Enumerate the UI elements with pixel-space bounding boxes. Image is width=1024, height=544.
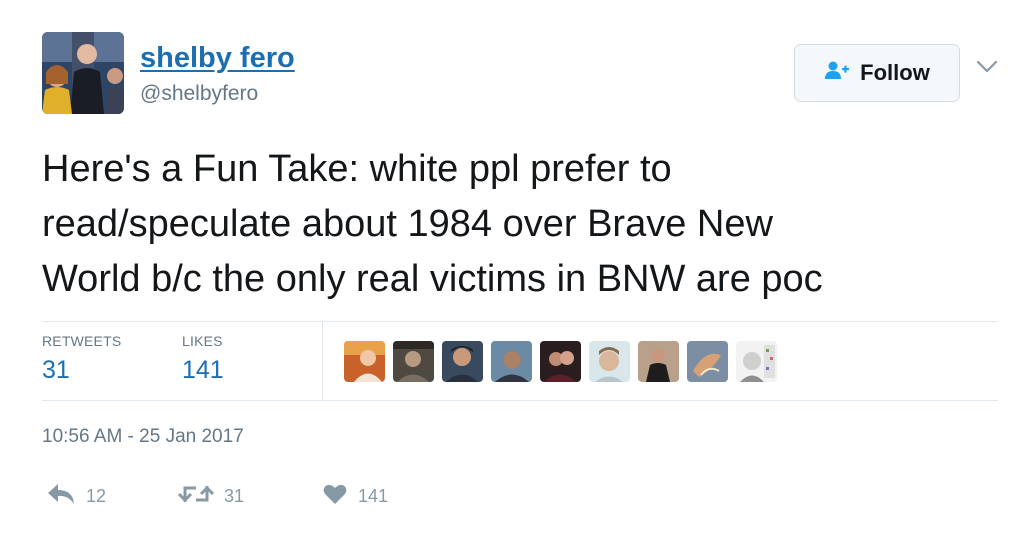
- liker-avatar[interactable]: [589, 341, 630, 382]
- tweet-text-line: Here's a Fun Take: white ppl prefer to: [42, 148, 672, 190]
- retweets-stat[interactable]: RETWEETS 31: [42, 333, 121, 385]
- tweet-text: Here's a Fun Take: white ppl prefer to r…: [42, 142, 1002, 307]
- divider: [322, 322, 323, 400]
- liker-avatar[interactable]: [491, 341, 532, 382]
- author-handle: @shelbyfero: [140, 82, 259, 105]
- tweet-timestamp[interactable]: 10:56 AM - 25 Jan 2017: [42, 426, 244, 448]
- likes-stat[interactable]: LIKES 141: [182, 333, 224, 385]
- liker-avatar[interactable]: [638, 341, 679, 382]
- retweet-icon: [177, 482, 215, 511]
- follow-label: Follow: [860, 60, 930, 85]
- divider: [42, 400, 998, 401]
- liker-avatar[interactable]: [442, 341, 483, 382]
- tweet-text-line: World b/c the only real victims in BNW a…: [42, 258, 823, 300]
- liker-avatar[interactable]: [540, 341, 581, 382]
- divider: [42, 321, 998, 322]
- reply-button[interactable]: 12: [46, 482, 106, 511]
- reply-icon: [46, 482, 76, 511]
- likers-avatars: [344, 341, 777, 382]
- tweet-text-line: read/speculate about 1984 over Brave New: [42, 203, 773, 245]
- author-name[interactable]: shelby fero: [140, 42, 295, 75]
- retweet-count: 31: [224, 486, 245, 506]
- liker-avatar[interactable]: [687, 341, 728, 382]
- liker-avatar[interactable]: [736, 341, 777, 382]
- add-user-icon: [824, 60, 850, 86]
- liker-avatar[interactable]: [344, 341, 385, 382]
- retweet-button[interactable]: 31: [177, 482, 245, 511]
- like-count: 141: [358, 486, 389, 506]
- chevron-down-icon[interactable]: [976, 60, 998, 79]
- likes-label: LIKES: [182, 333, 223, 349]
- retweets-count: 31: [42, 356, 70, 384]
- retweets-label: RETWEETS: [42, 333, 122, 349]
- liker-avatar[interactable]: [393, 341, 434, 382]
- author-avatar[interactable]: [42, 32, 124, 114]
- follow-button[interactable]: Follow: [794, 44, 960, 102]
- heart-icon: [322, 482, 348, 511]
- likes-count: 141: [182, 356, 224, 384]
- like-button[interactable]: 141: [322, 482, 388, 511]
- reply-count: 12: [86, 486, 107, 506]
